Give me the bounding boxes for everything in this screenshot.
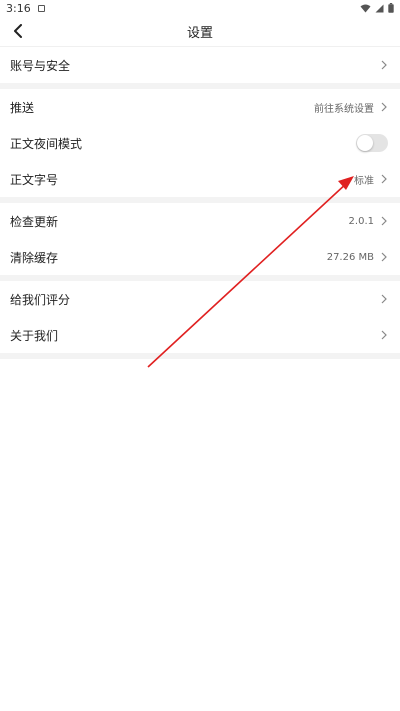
setting-right: 27.26 MB	[327, 252, 388, 263]
setting-row-account-security[interactable]: 账号与安全	[0, 47, 400, 83]
setting-row-check-update[interactable]: 检查更新 2.0.1	[0, 203, 400, 239]
settings-group-account: 账号与安全	[0, 47, 400, 83]
status-time: 3:16	[6, 1, 31, 15]
section-divider	[0, 353, 400, 359]
chevron-right-icon	[381, 60, 387, 70]
setting-label: 账号与安全	[10, 58, 71, 73]
setting-label: 给我们评分	[10, 292, 71, 307]
chevron-right-icon	[381, 330, 387, 340]
setting-right	[380, 330, 388, 340]
setting-right	[380, 294, 388, 304]
settings-group-app: 检查更新 2.0.1 清除缓存 27.26 MB	[0, 203, 400, 275]
chevron-right-icon	[381, 252, 387, 262]
night-mode-toggle[interactable]	[356, 134, 388, 152]
setting-label: 正文字号	[10, 172, 59, 187]
chevron-right-icon	[381, 102, 387, 112]
settings-group-display: 推送 前往系统设置 正文夜间模式 正文字号 标准	[0, 89, 400, 197]
battery-icon	[388, 3, 394, 13]
setting-value: 2.0.1	[348, 215, 374, 227]
setting-right: 2.0.1	[349, 216, 388, 227]
setting-label: 推送	[10, 100, 35, 115]
back-button[interactable]	[6, 19, 30, 43]
page-title: 设置	[186, 25, 213, 41]
status-right	[360, 3, 394, 13]
setting-right: 前往系统设置	[314, 100, 388, 115]
setting-value: 前往系统设置	[314, 103, 374, 115]
wifi-icon	[360, 4, 371, 12]
setting-label: 清除缓存	[10, 250, 59, 265]
signal-icon	[375, 4, 384, 12]
setting-value: 27.26 MB	[326, 251, 374, 263]
setting-row-clear-cache[interactable]: 清除缓存 27.26 MB	[0, 239, 400, 275]
setting-right	[380, 60, 388, 70]
toggle-knob	[357, 135, 373, 151]
chevron-right-icon	[381, 216, 387, 226]
chevron-right-icon	[381, 294, 387, 304]
setting-row-push[interactable]: 推送 前往系统设置	[0, 89, 400, 125]
setting-row-rate-us[interactable]: 给我们评分	[0, 281, 400, 317]
setting-label: 关于我们	[10, 328, 59, 343]
settings-group-about: 给我们评分 关于我们	[0, 281, 400, 353]
back-chevron-icon	[14, 24, 22, 38]
notification-icon	[37, 4, 45, 12]
chevron-right-icon	[381, 174, 387, 184]
setting-right: 标准	[354, 172, 388, 187]
setting-row-night-mode: 正文夜间模式	[0, 125, 400, 161]
setting-label: 检查更新	[10, 214, 59, 229]
status-left: 3:16	[6, 2, 45, 15]
setting-value: 标准	[354, 175, 374, 187]
nav-bar: 设置	[0, 16, 400, 47]
setting-label: 正文夜间模式	[10, 136, 83, 151]
setting-row-font-size[interactable]: 正文字号 标准	[0, 161, 400, 197]
setting-row-about-us[interactable]: 关于我们	[0, 317, 400, 353]
status-bar: 3:16	[0, 0, 400, 16]
